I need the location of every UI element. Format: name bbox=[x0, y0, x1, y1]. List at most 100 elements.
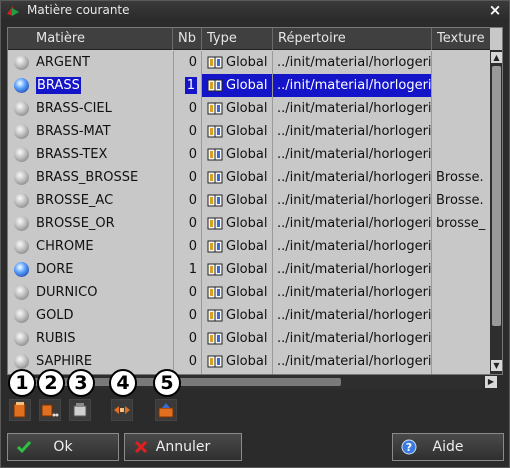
help-label: Aide bbox=[432, 439, 464, 455]
directory-cell: ../init/material/horlogerie bbox=[273, 350, 431, 373]
material-name: DURNICO bbox=[36, 285, 98, 300]
type-label: Global bbox=[226, 55, 268, 70]
directory-cell: ../init/material/horlogerie bbox=[273, 281, 431, 304]
usage-count-cell: 0 bbox=[173, 304, 201, 327]
new-material-button[interactable] bbox=[9, 399, 31, 421]
library-book-icon bbox=[207, 125, 223, 138]
table-row[interactable]: CHROME 0 Global ../init/material/horlogerie bbox=[8, 235, 490, 258]
directory-cell: ../init/material/horlogerie bbox=[273, 212, 431, 235]
type-label: Global bbox=[226, 170, 268, 185]
material-name-cell: BROSSE_OR bbox=[8, 212, 173, 235]
table-row[interactable]: BRASS 1 Global ../init/material/horlogerie bbox=[8, 74, 490, 97]
material-used-sphere-icon bbox=[14, 78, 29, 93]
type-label: Global bbox=[226, 239, 268, 254]
edit-material-button[interactable] bbox=[155, 399, 177, 421]
usage-count: 0 bbox=[188, 147, 197, 162]
app-icon bbox=[7, 6, 19, 16]
material-sphere-icon bbox=[14, 354, 29, 369]
library-book-icon bbox=[207, 148, 223, 161]
usage-count-cell: 0 bbox=[173, 143, 201, 166]
table-row[interactable]: BROSSE_OR 0 Global ../init/material/horloge… bbox=[8, 212, 490, 235]
help-button[interactable]: ? Aide bbox=[392, 433, 504, 461]
material-dialog: Matière courante × Matière Nb Type Réper… bbox=[0, 0, 510, 468]
cancel-button[interactable]: Annuler bbox=[124, 433, 242, 461]
replace-material-button[interactable] bbox=[111, 399, 133, 421]
usage-count: 0 bbox=[188, 331, 197, 346]
scroll-down-icon[interactable]: ▼ bbox=[491, 360, 502, 371]
title-bar[interactable]: Matière courante × bbox=[1, 1, 509, 21]
table-row[interactable]: RUBIS 0 Global ../init/material/horlogerie bbox=[8, 327, 490, 350]
usage-count-cell: 0 bbox=[173, 120, 201, 143]
table-row[interactable]: ARGENT 0 Global ../init/material/horlogerie bbox=[8, 51, 490, 74]
material-sphere-icon bbox=[14, 101, 29, 116]
type-label: Global bbox=[226, 193, 268, 208]
directory-cell: ../init/material/horlogerie bbox=[273, 304, 431, 327]
table-row[interactable]: BRASS-TEX 0 Global ../init/material/horloge… bbox=[8, 143, 490, 166]
usage-count-cell: 0 bbox=[173, 350, 201, 373]
material-sphere-icon bbox=[14, 331, 29, 346]
type-label: Global bbox=[226, 262, 268, 277]
material-name-cell: BRASS_BROSSE bbox=[8, 166, 173, 189]
directory-path: ../init/material/horlogerie bbox=[277, 239, 431, 254]
callout-badge-5: 5 bbox=[153, 369, 181, 397]
vertical-scroll-thumb[interactable] bbox=[492, 66, 501, 326]
type-label: Global bbox=[226, 216, 268, 231]
column-header-nb[interactable]: Nb bbox=[173, 28, 202, 50]
type-label: Global bbox=[226, 331, 268, 346]
vertical-scrollbar[interactable]: ▲ ▼ bbox=[490, 50, 502, 374]
type-cell: Global bbox=[202, 74, 272, 97]
texture-cell bbox=[432, 51, 490, 74]
close-button[interactable]: × bbox=[487, 3, 503, 19]
type-cell: Global bbox=[202, 327, 272, 350]
library-book-icon bbox=[207, 240, 223, 253]
table-row[interactable]: BRASS-MAT 0 Global ../init/material/horloge… bbox=[8, 120, 490, 143]
table-row[interactable]: GOLD 0 Global ../init/material/horlogerie bbox=[8, 304, 490, 327]
callout-badge-4: 4 bbox=[109, 369, 137, 397]
table-row[interactable]: BRASS_BROSSE 0 Global ../init/material/horl… bbox=[8, 166, 490, 189]
table-row[interactable]: BROSSE_AC 0 Global ../init/material/horloge… bbox=[8, 189, 490, 212]
column-header-name[interactable]: Matière bbox=[8, 28, 173, 50]
usage-count-cell: 0 bbox=[173, 212, 201, 235]
column-header-type[interactable]: Type bbox=[202, 28, 273, 50]
replace-material-icon bbox=[114, 406, 130, 414]
library-book-icon bbox=[207, 263, 223, 276]
texture-cell bbox=[432, 120, 490, 143]
directory-cell: ../init/material/horlogerie bbox=[273, 189, 431, 212]
type-label: Global bbox=[226, 124, 268, 139]
type-label: Global bbox=[226, 101, 268, 116]
type-cell: Global bbox=[202, 212, 272, 235]
material-sphere-icon bbox=[14, 216, 29, 231]
import-material-button[interactable] bbox=[69, 399, 91, 421]
material-name-cell: BRASS-TEX bbox=[8, 143, 173, 166]
column-header-directory[interactable]: Répertoire bbox=[273, 28, 432, 50]
directory-path: ../init/material/horlogerie bbox=[277, 147, 431, 162]
texture-cell bbox=[432, 97, 490, 120]
material-name: ARGENT bbox=[36, 55, 90, 70]
column-header-texture[interactable]: Texture bbox=[432, 28, 492, 50]
library-book-icon bbox=[207, 332, 223, 345]
directory-cell: ../init/material/horlogerie bbox=[273, 74, 431, 97]
table-row[interactable]: DORE 1 Global ../init/material/horlogerie bbox=[8, 258, 490, 281]
type-cell: Global bbox=[202, 281, 272, 304]
table-row[interactable]: DURNICO 0 Global ../init/material/horlogeri… bbox=[8, 281, 490, 304]
material-name-cell: DURNICO bbox=[8, 281, 173, 304]
duplicate-material-button[interactable] bbox=[39, 399, 61, 421]
directory-cell: ../init/material/horlogerie bbox=[273, 327, 431, 350]
usage-count: 0 bbox=[188, 55, 197, 70]
scroll-up-icon[interactable]: ▲ bbox=[491, 52, 502, 63]
directory-path: ../init/material/horlogerie bbox=[277, 55, 431, 70]
texture-cell bbox=[432, 258, 490, 281]
type-label: Global bbox=[226, 78, 268, 93]
usage-count-cell: 0 bbox=[173, 235, 201, 258]
callout-badge-2: 2 bbox=[37, 369, 65, 397]
table-row[interactable]: BRASS-CIEL 0 Global ../init/material/horlog… bbox=[8, 97, 490, 120]
material-sphere-icon bbox=[14, 124, 29, 139]
scroll-right-icon[interactable]: ▶ bbox=[485, 376, 497, 388]
ok-button[interactable]: Ok bbox=[7, 433, 119, 461]
material-sphere-icon bbox=[14, 308, 29, 323]
ok-label: Ok bbox=[53, 439, 73, 455]
type-label: Global bbox=[226, 308, 268, 323]
texture-cell bbox=[432, 235, 490, 258]
callout-badge-3: 3 bbox=[67, 369, 95, 397]
material-name: BROSSE_AC bbox=[36, 193, 114, 208]
